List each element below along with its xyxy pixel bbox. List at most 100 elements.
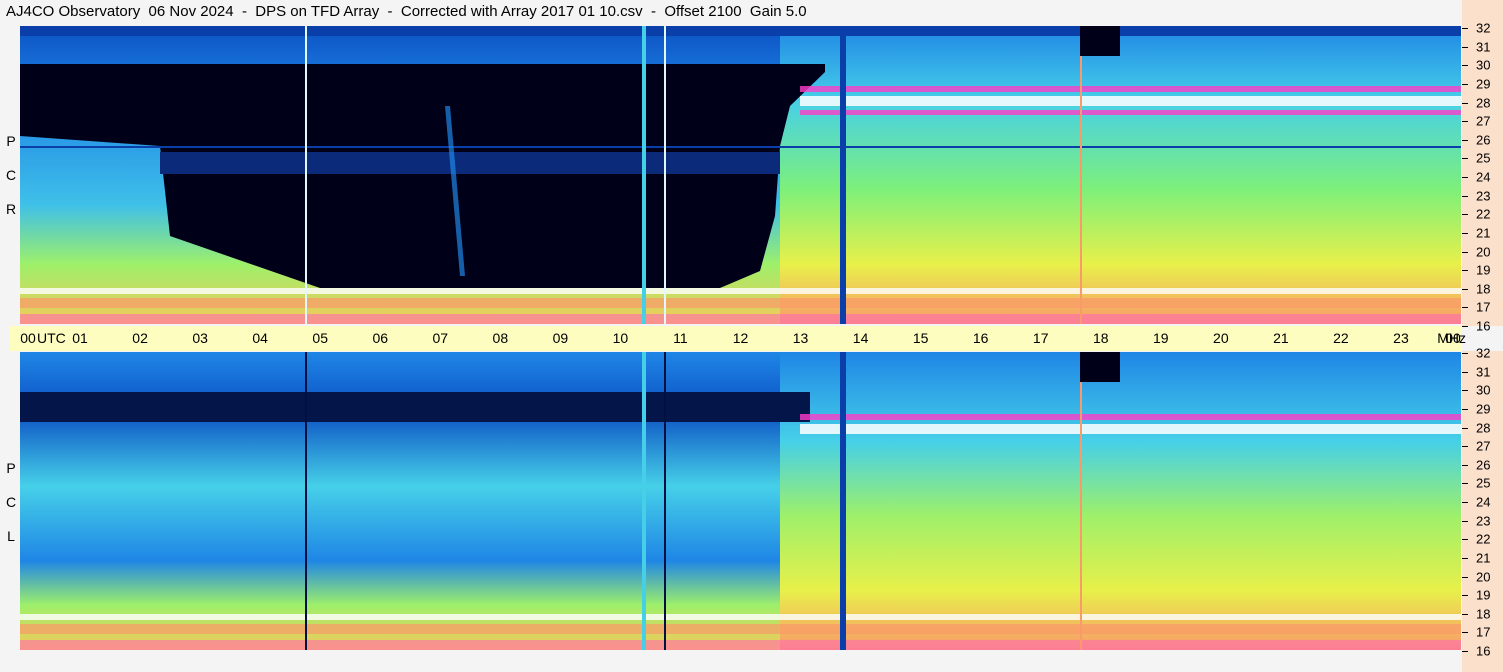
lcp-freq-tick-16 [1462,651,1468,652]
rcp-freq-tick-16 [1462,326,1468,327]
rcp-freq-label-23: 23 [1476,188,1491,204]
rcp-freq-label-18: 18 [1476,281,1491,297]
rcp-freq-label-22: 22 [1476,206,1491,222]
time-tick-0: 00 [20,330,36,346]
rcp-freq-tick-29 [1462,83,1468,85]
rcp-freq-label-32: 32 [1476,20,1491,36]
lcp-freq-tick-19 [1462,595,1468,597]
lcp-freq-tick-28 [1462,427,1468,429]
lcp-freq-tick-27 [1462,446,1468,448]
time-tick-13: 13 [792,330,809,346]
time-tick-18: 18 [1092,330,1109,346]
time-tick-7: 07 [432,330,449,346]
utc-unit-label: UTC [37,330,66,346]
rcp-freq-tick-18 [1462,288,1468,290]
time-tick-20: 20 [1213,330,1229,346]
rcp-freq-label-16: 16 [1476,318,1491,334]
time-tick-11: 11 [673,330,688,346]
rcp-freq-tick-28 [1462,102,1468,104]
lcp-freq-label-27: 27 [1476,438,1491,454]
lcp-letter-l: L [7,528,15,544]
rcp-freq-tick-21 [1462,232,1468,234]
rcp-freq-tick-23 [1462,195,1468,197]
rcp-freq-tick-24 [1462,177,1468,178]
rcp-letter-r: R [5,201,17,217]
time-tick-14: 14 [852,330,869,346]
lcp-freq-tick-18 [1462,613,1468,615]
lcp-freq-label-26: 26 [1476,457,1491,473]
time-tick-22: 22 [1333,330,1349,346]
time-tick-23: 23 [1393,330,1409,346]
rcp-letter-p: P [6,133,16,149]
rcp-freq-label-26: 26 [1476,132,1491,148]
chart-title: AJ4CO Observatory 06 Nov 2024 - DPS on T… [6,3,807,20]
rcp-freq-tick-31 [1462,46,1468,48]
rcp-freq-tick-30 [1462,65,1468,67]
lcp-freq-label-29: 29 [1476,401,1491,417]
rcp-freq-tick-22 [1462,214,1468,216]
time-tick-3: 03 [192,330,208,346]
rcp-freq-label-31: 31 [1476,39,1491,55]
rcp-freq-label-19: 19 [1476,262,1491,278]
freq-axis-top: 32 31 30 29 28 27 26 25 24 23 22 21 20 19 18 17 16 [1462,0,1503,334]
time-tick-21: 21 [1273,330,1289,346]
time-tick-24: 00 [1445,330,1461,346]
lcp-freq-tick-23 [1462,520,1468,522]
time-tick-19: 19 [1152,330,1169,346]
lcp-freq-tick-24 [1462,502,1468,503]
lcp-freq-tick-20 [1462,576,1468,578]
lcp-dark-band [20,392,810,422]
rcp-freq-label-27: 27 [1476,113,1491,129]
rcp-freq-tick-20 [1462,251,1468,253]
lcp-freq-label-30: 30 [1476,382,1491,398]
rcp-letter-c: C [5,167,17,183]
rcp-spectrogram [20,26,1461,324]
lcp-freq-tick-29 [1462,408,1468,410]
time-tick-10: 10 [612,330,629,346]
lcp-freq-tick-22 [1462,539,1468,541]
lcp-freq-label-25: 25 [1476,475,1491,491]
rcp-freq-tick-32 [1462,28,1468,29]
rcp-freq-label-21: 21 [1476,225,1491,241]
lcp-freq-label-28: 28 [1476,420,1491,435]
rcp-background-right [780,26,1461,324]
rcp-freq-tick-27 [1462,121,1468,123]
lcp-freq-tick-25 [1462,483,1468,485]
time-tick-8: 08 [492,330,509,346]
rcp-freq-label-24: 24 [1476,169,1491,185]
rcp-freq-tick-26 [1462,139,1468,141]
lcp-letter-p: P [6,460,16,476]
lcp-freq-label-32: 32 [1476,345,1491,361]
lcp-letter-c: C [5,494,17,510]
rcp-freq-label-28: 28 [1476,95,1491,110]
rcp-freq-label-29: 29 [1476,76,1491,92]
lcp-freq-tick-31 [1462,371,1468,373]
lcp-freq-tick-17 [1462,632,1468,634]
time-tick-12: 12 [732,330,749,346]
time-tick-5: 05 [312,330,328,346]
lcp-background-right [780,352,1461,650]
rcp-freq-label-17: 17 [1476,299,1491,315]
time-tick-15: 15 [912,330,929,346]
rcp-freq-label-30: 30 [1476,57,1491,73]
lcp-spectrogram [20,352,1461,650]
lcp-freq-label-22: 22 [1476,531,1491,547]
lcp-freq-label-18: 18 [1476,606,1491,622]
lcp-freq-tick-21 [1462,557,1468,559]
lcp-freq-label-20: 20 [1476,569,1491,584]
lcp-freq-tick-32 [1462,353,1468,354]
lcp-freq-label-21: 21 [1476,550,1491,566]
rcp-freq-label-20: 20 [1476,244,1491,259]
rcp-freq-tick-17 [1462,307,1468,309]
freq-axis-bottom: 32 31 30 29 28 27 26 25 24 23 22 21 20 19 18 17 16 [1462,346,1503,672]
lcp-freq-label-17: 17 [1476,624,1491,640]
lcp-freq-tick-26 [1462,464,1468,466]
time-tick-16: 16 [972,330,989,346]
time-tick-6: 06 [372,330,389,346]
lcp-freq-label-19: 19 [1476,587,1491,603]
lcp-freq-label-24: 24 [1476,494,1491,510]
rcp-freq-label-25: 25 [1476,150,1491,166]
time-tick-1: 01 [72,330,88,346]
time-axis: UTC MHz 00 01 02 03 04 05 06 07 08 09 10 11 12 13 14 15… [10,326,1466,351]
lcp-freq-label-31: 31 [1476,364,1491,380]
